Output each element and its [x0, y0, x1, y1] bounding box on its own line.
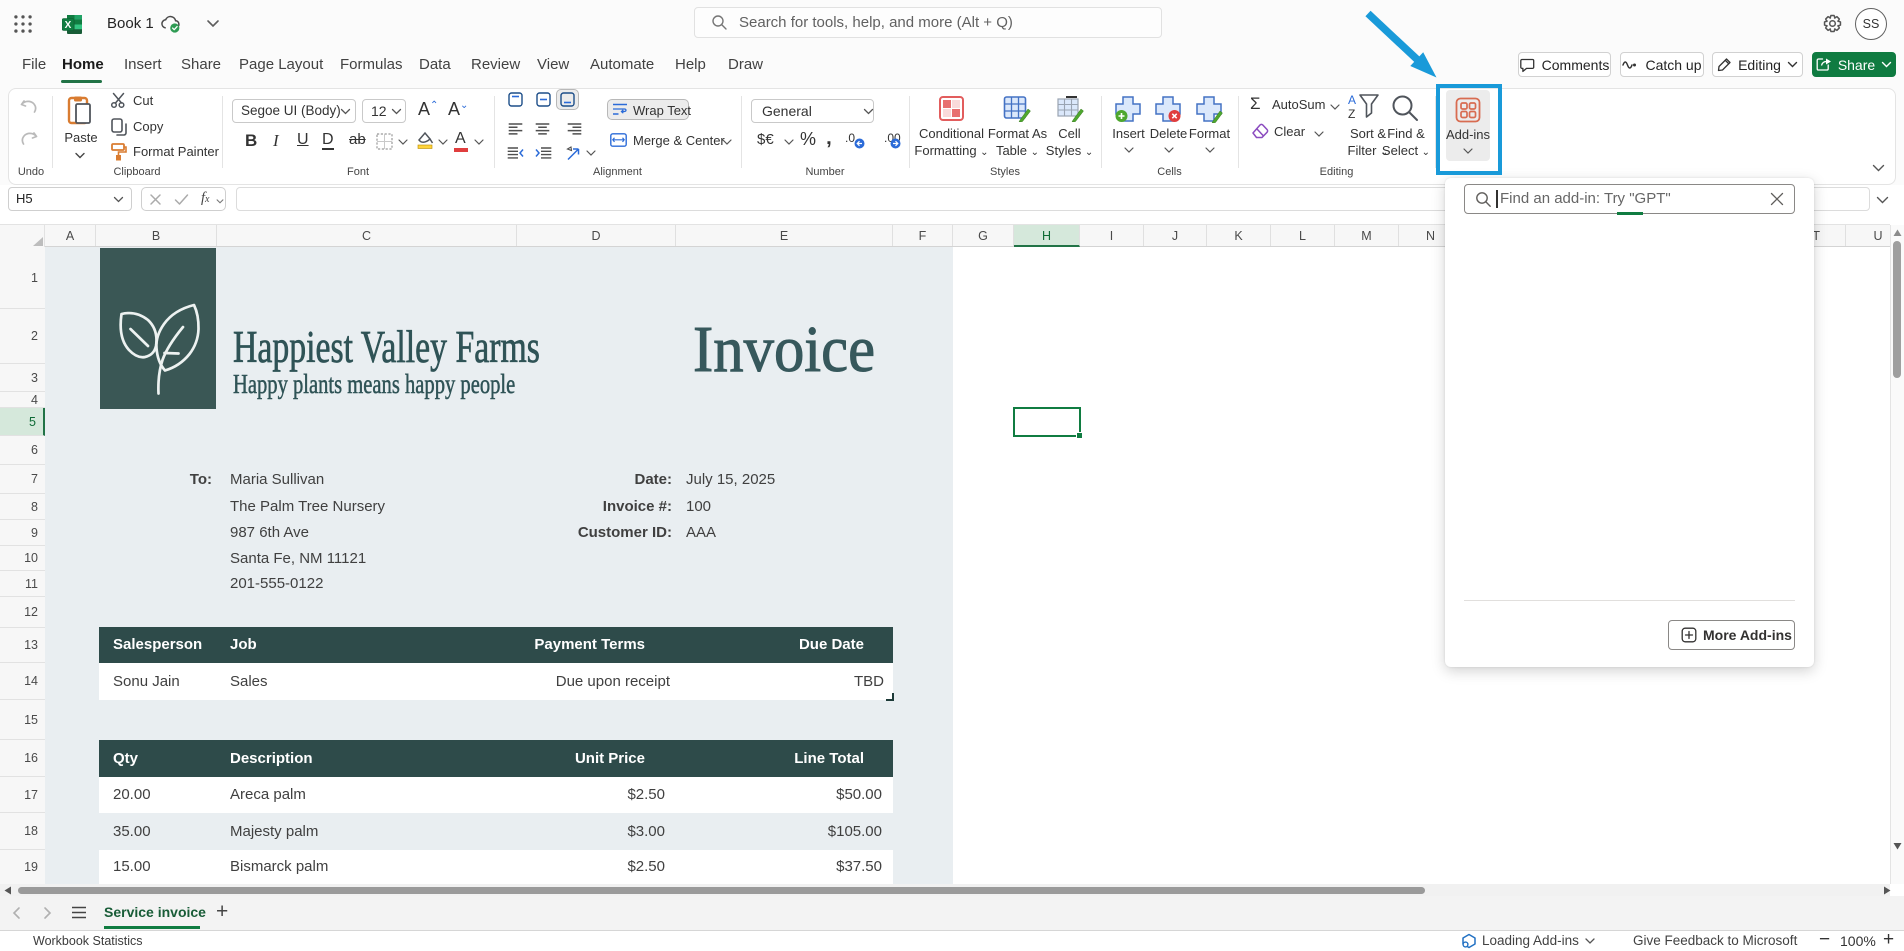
svg-text:Z: Z	[1348, 107, 1355, 121]
svg-text:A: A	[1348, 93, 1356, 107]
svg-text:X: X	[65, 20, 72, 31]
